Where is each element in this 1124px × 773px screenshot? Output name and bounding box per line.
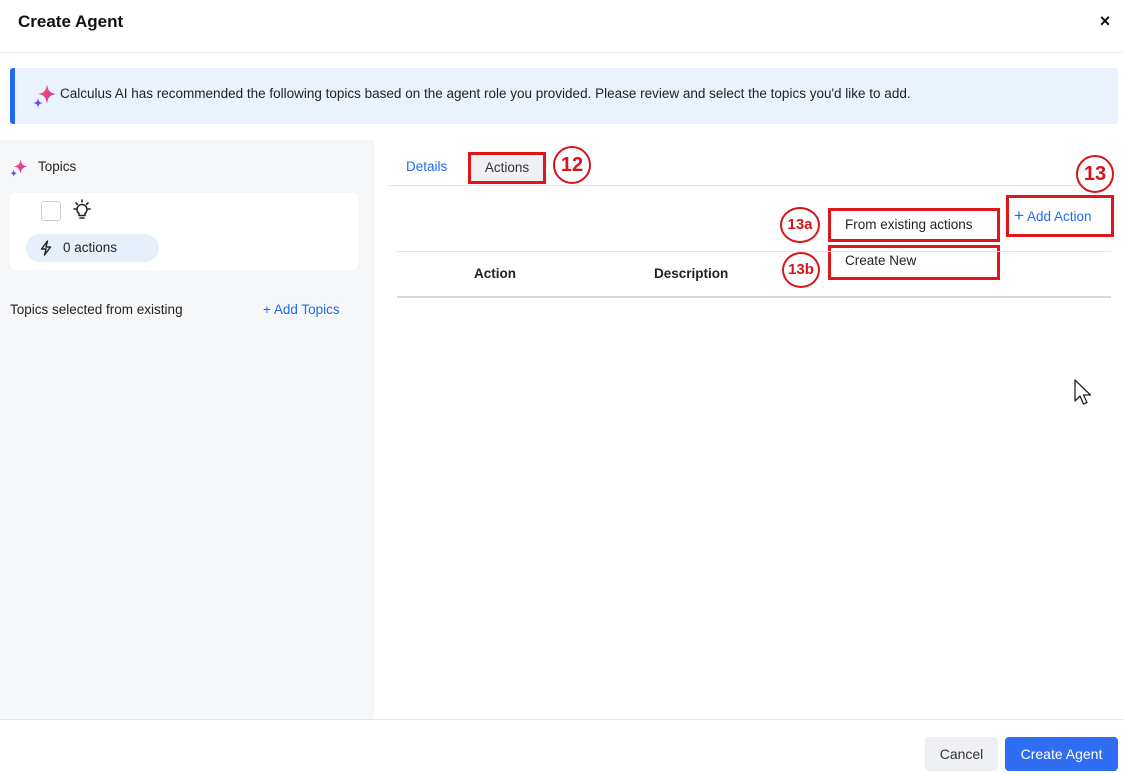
create-agent-modal: Create Agent × Calculus AI has recommend… — [0, 0, 1124, 773]
annotation-marker-12: 12 — [553, 146, 591, 184]
actions-count-pill[interactable]: 0 actions — [26, 234, 159, 262]
column-header-description: Description — [654, 266, 729, 281]
create-agent-button[interactable]: Create Agent — [1005, 737, 1118, 771]
add-action-button[interactable]: + Add Action — [1006, 195, 1114, 237]
close-icon[interactable]: × — [1096, 12, 1114, 30]
tab-details[interactable]: Details — [406, 159, 447, 174]
modal-footer: Cancel Create Agent — [0, 719, 1124, 773]
add-topics-link[interactable]: + Add Topics — [263, 302, 340, 317]
topics-selected-label: Topics selected from existing — [10, 302, 183, 317]
add-action-label: Add Action — [1026, 209, 1092, 224]
mouse-pointer-icon — [1074, 379, 1092, 405]
plus-icon: + — [1014, 206, 1024, 225]
topics-label: Topics — [38, 159, 77, 174]
modal-title: Create Agent — [18, 12, 124, 31]
bolt-icon — [40, 240, 52, 256]
column-header-action: Action — [474, 266, 516, 281]
menu-item-from-existing-actions[interactable]: From existing actions — [828, 208, 1000, 242]
lightbulb-icon — [73, 199, 91, 219]
annotation-marker-13: 13 — [1076, 155, 1114, 193]
topic-checkbox[interactable] — [41, 201, 61, 221]
sparkle-icon — [10, 159, 28, 177]
banner-message: Calculus AI has recommended the followin… — [60, 86, 911, 101]
topic-card: 0 actions — [10, 193, 358, 270]
actions-count: 0 actions — [63, 240, 118, 255]
topics-panel: Topics 0 actions Topics selected from ex… — [0, 140, 374, 720]
annotation-marker-13a: 13a — [780, 207, 820, 243]
actions-table-header: Action Description — [397, 251, 1111, 298]
sparkle-icon — [33, 84, 56, 108]
recommendation-banner: Calculus AI has recommended the followin… — [10, 68, 1118, 124]
detail-tabs: Details Actions — [389, 140, 1111, 186]
cancel-button[interactable]: Cancel — [925, 737, 998, 771]
tab-actions[interactable]: Actions — [468, 152, 546, 184]
modal-header: Create Agent × — [0, 0, 1124, 53]
